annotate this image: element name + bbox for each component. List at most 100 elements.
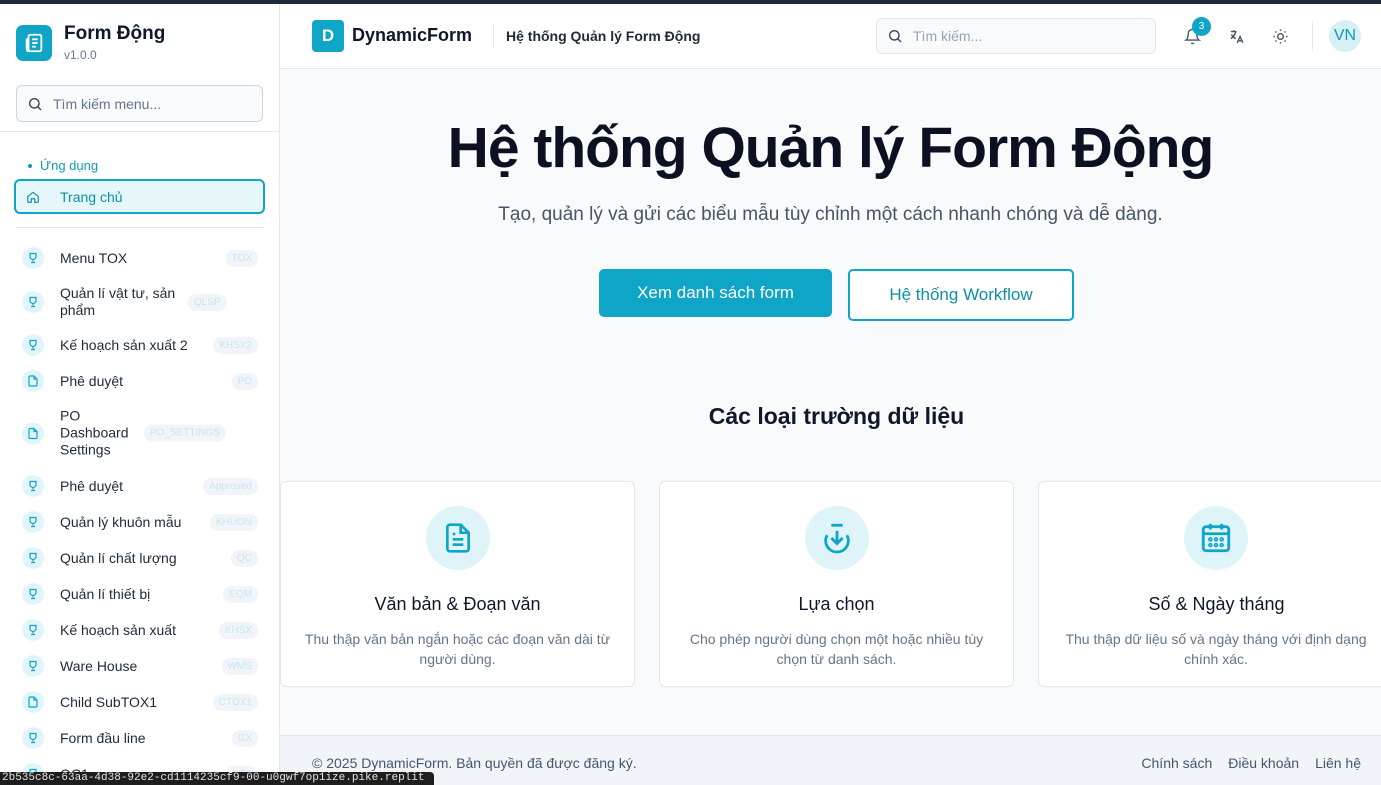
sidebar-item-badge: WMS: [221, 657, 258, 675]
section-label: Ứng dụng: [28, 158, 98, 173]
cup-icon: [22, 655, 44, 677]
sidebar-menu-item[interactable]: Phê duyệt PO: [22, 370, 258, 392]
notification-badge: 3: [1192, 17, 1211, 36]
sidebar-item-label: PO Dashboard Settings: [60, 407, 129, 458]
document-icon: [22, 691, 44, 713]
sidebar-item-home[interactable]: Trang chủ: [14, 179, 265, 214]
section-title: Các loại trường dữ liệu: [708, 403, 965, 429]
card-title: Lựa chọn: [798, 594, 875, 614]
cup-icon: [22, 291, 44, 313]
sidebar-item-badge: EQM: [223, 585, 258, 603]
footer: © 2025 DynamicForm. Bản quyền đã được đă…: [280, 735, 1381, 785]
hero-subtitle: Tạo, quản lý và gửi các biểu mẫu tùy chỉ…: [498, 204, 1163, 225]
card-title: Số & Ngày tháng: [1148, 594, 1285, 614]
card-description: Cho phép người dùng chọn một hoặc nhiều …: [689, 631, 984, 667]
sidebar-item-label: Menu TOX: [60, 249, 128, 266]
sidebar-item-badge: KHSX: [218, 621, 258, 639]
sidebar-search-input[interactable]: [53, 95, 243, 112]
search-icon: [29, 97, 42, 110]
sidebar-item-badge: QC: [231, 549, 258, 567]
sidebar-item-label: Phê duyệt: [60, 477, 124, 494]
sidebar-menu-item[interactable]: Quản lí thiết bị EQM: [22, 583, 258, 605]
sidebar-separator: [16, 227, 264, 228]
sidebar-item-badge: TOX: [225, 249, 258, 267]
cup-icon: [22, 247, 44, 269]
sidebar-item-label: Quản lí vật tư, sản phẩm: [60, 285, 176, 318]
sidebar-item-badge: CTOX1: [212, 693, 258, 711]
cup-icon: [22, 511, 44, 533]
sidebar-menu-item[interactable]: Child SubTOX1 CTOX1: [22, 691, 258, 713]
footer-link-policy[interactable]: Chính sách: [1141, 755, 1212, 771]
text-document-icon: [425, 506, 490, 570]
sidebar-menu-item[interactable]: Kế hoạch sản xuất 2 KHSX2: [22, 334, 258, 356]
field-card-text[interactable]: Văn bản & Đoạn văn Thu thập văn bản ngắn…: [280, 481, 635, 687]
sidebar-menu-item[interactable]: Quản lý khuôn mẫu KHUON: [22, 511, 258, 533]
cup-icon: [22, 727, 44, 749]
cup-icon: [22, 475, 44, 497]
sidebar-item-label: Quản lý khuôn mẫu: [60, 513, 182, 530]
sidebar-search: [16, 85, 263, 122]
language-button[interactable]: [1224, 24, 1248, 48]
page-title: Hệ thống Quản lý Form Động: [506, 28, 701, 44]
avatar[interactable]: VN: [1329, 20, 1361, 52]
sidebar-menu-item[interactable]: Form đầu line GX: [22, 727, 258, 749]
sidebar-menu-item[interactable]: Kế hoạch sản xuất KHSX: [22, 619, 258, 641]
view-forms-button[interactable]: Xem danh sách form: [599, 269, 832, 317]
brand[interactable]: Form Động v1.0.0: [0, 4, 279, 81]
sidebar-item-badge: KHUON: [209, 513, 258, 531]
card-description: Thu thập văn bản ngắn hoặc các đoạn văn …: [304, 631, 611, 667]
header: D DynamicForm Hệ thống Quản lý Form Động…: [280, 4, 1381, 69]
sidebar-item-label: Trang chủ: [60, 188, 123, 205]
home-icon: [27, 191, 39, 203]
status-url-tooltip: 2b535c8c-63aa-4d38-92e2-cd1114235cf9-00-…: [0, 772, 434, 785]
sidebar-item-badge: QLSP: [188, 293, 227, 311]
document-icon: [22, 422, 44, 444]
sidebar-menu-item[interactable]: Menu TOX TOX: [22, 247, 258, 269]
brand-name: Form Động: [64, 23, 166, 44]
sidebar-item-label: Form đầu line: [60, 729, 146, 746]
sidebar-item-label: Kế hoạch sản xuất 2: [60, 336, 188, 353]
sidebar-item-badge: PO: [231, 372, 258, 390]
footer-link-contact[interactable]: Liên hệ: [1315, 755, 1361, 771]
header-divider: [1312, 21, 1313, 51]
sidebar-item-label: Kế hoạch sản xuất: [60, 621, 176, 638]
sidebar-item-badge: PO_SETTINGS: [144, 424, 227, 442]
sidebar-divider: [0, 131, 280, 132]
document-icon: [22, 370, 44, 392]
sun-icon: [1272, 28, 1288, 44]
sidebar-item-badge: GX: [231, 729, 258, 747]
sidebar-item-label: Quản lí chất lượng: [60, 549, 177, 566]
field-card-number-date[interactable]: Số & Ngày tháng Thu thập dữ liệu số và n…: [1038, 481, 1381, 687]
card-description: Thu thập dữ liệu số và ngày tháng với đị…: [1065, 631, 1367, 667]
sidebar-menu-item[interactable]: PO Dashboard Settings PO_SETTINGS: [22, 408, 258, 459]
sidebar-menu-item[interactable]: Quản lí chất lượng QC: [22, 547, 258, 569]
sidebar-item-label: Child SubTOX1: [60, 693, 158, 710]
calendar-icon: [1184, 506, 1248, 570]
cup-icon: [22, 334, 44, 356]
card-title: Văn bản & Đoạn văn: [374, 594, 541, 614]
app-logo[interactable]: D: [312, 20, 344, 52]
brand-version: v1.0.0: [64, 48, 97, 62]
header-search-input[interactable]: [913, 28, 1133, 44]
footer-link-terms[interactable]: Điều khoản: [1228, 755, 1299, 771]
search-icon: [889, 30, 902, 43]
sidebar-item-label: Phê duyệt: [60, 372, 124, 389]
cup-icon: [22, 583, 44, 605]
sidebar-item-label: Ware House: [60, 657, 138, 674]
header-search: [876, 18, 1156, 54]
hero-title: Hệ thống Quản lý Form Động: [447, 116, 1215, 180]
copyright: © 2025 DynamicForm. Bản quyền đã được đă…: [312, 755, 637, 771]
theme-toggle[interactable]: [1268, 24, 1292, 48]
sidebar-item-badge: KHSX2: [213, 336, 258, 354]
sidebar-menu-item[interactable]: Phê duyệt Approved: [22, 475, 258, 497]
sidebar-menu-item[interactable]: Ware House WMS: [22, 655, 258, 677]
sidebar-item-label: Quản lí thiết bị: [60, 585, 151, 602]
translate-icon: [1229, 29, 1244, 43]
workflow-button[interactable]: Hệ thống Workflow: [848, 269, 1074, 321]
app-name[interactable]: DynamicForm: [352, 25, 472, 46]
sidebar-menu-item[interactable]: Quản lí vật tư, sản phẩm QLSP: [22, 285, 258, 319]
cup-icon: [22, 547, 44, 569]
field-card-select[interactable]: Lựa chọn Cho phép người dùng chọn một ho…: [659, 481, 1014, 687]
form-logo-icon: [16, 24, 52, 61]
sidebar-item-badge: Approved: [203, 477, 258, 495]
